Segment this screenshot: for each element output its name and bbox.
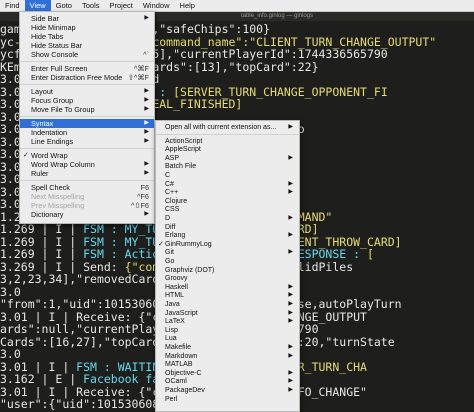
menu-separator [20,61,154,62]
view-menu: Side Bar ▶ Hide Minimap Hide Tabs Hide Statu… [19,11,155,224]
syntax-submenu: Open all with current extension as... ▶ Ac… [155,120,300,412]
shortcut-label: ^F6 [137,192,149,201]
view-menu-item-word-wrap-column[interactable]: Word Wrap Column ▶ [20,160,154,169]
menu-item-label: Layout [31,87,53,96]
checkmark-icon: ✓ [23,152,29,159]
menu-item-label: Hide Tabs [31,32,64,41]
menu-item-label: Prev Misspelling [31,201,85,210]
view-menu-item-prev-misspelling: Prev Misspelling ^⇧F6 [20,201,154,210]
menu-item-label: Ruler [31,169,49,178]
menu-separator [156,133,299,135]
menu-separator [20,148,154,149]
menu-item-label: Spell Check [31,183,70,192]
submenu-arrow-icon: ▶ [144,120,149,126]
window-title: table_info.ginlog — ginlogs [240,13,314,19]
view-menu-item-word-wrap[interactable]: ✓ Word Wrap [20,151,154,160]
view-menu-item-ruler[interactable]: Ruler ▶ [20,169,154,178]
code-token: "user [0,397,35,410]
syntax-item-open-all-with-current-extension-as[interactable]: Open all with current extension as... ▶ [156,123,299,132]
menu-item-label: Word Wrap Column [31,160,95,169]
menu-item-label: Syntax [31,119,54,128]
menu-item-label: Enter Full Screen [31,64,88,73]
submenu-arrow-icon: ▶ [144,15,149,21]
view-menu-item-enter-full-screen[interactable]: Enter Full Screen ^⌘F [20,64,154,73]
submenu-arrow-icon: ▶ [288,124,293,130]
menu-item-label: Move File To Group [31,105,95,114]
view-menu-item-dictionary[interactable]: Dictionary ▶ [20,210,154,219]
menu-separator [20,116,154,117]
view-menu-item-show-console[interactable]: Show Console ^` [20,50,154,59]
menu-separator [20,84,154,85]
menu-item-label: Enter Distraction Free Mode [31,73,123,82]
menu-find[interactable]: Find [0,0,25,11]
submenu-arrow-icon: ▶ [144,211,149,217]
submenu-arrow-icon: ▶ [144,106,149,112]
view-menu-item-focus-group[interactable]: Focus Group ▶ [20,96,154,105]
menu-project[interactable]: Project [105,0,138,11]
shortcut-label: F6 [140,183,149,192]
menu-item-label: Open all with current extension as... [165,124,277,131]
view-menu-item-line-endings[interactable]: Line Endings ▶ [20,137,154,146]
view-menu-item-hide-minimap[interactable]: Hide Minimap [20,23,154,32]
menu-tools[interactable]: Tools [77,0,105,11]
submenu-arrow-icon: ▶ [144,129,149,135]
menu-separator [20,180,154,181]
view-menu-item-move-file-to-group[interactable]: Move File To Group ▶ [20,105,154,114]
shortcut-label: ⇧^⌘F [127,73,149,82]
submenu-arrow-icon: ▶ [144,88,149,94]
menu-item-label: Focus Group [31,96,74,105]
menu-item-label: Hide Status Bar [31,41,83,50]
menu-goto[interactable]: Goto [51,0,77,11]
shortcut-label: ^⇧F6 [130,201,149,210]
view-menu-item-side-bar[interactable]: Side Bar ▶ [20,14,154,23]
menu-item-label: Line Endings [31,137,74,146]
syntax-item-perl[interactable]: Perl [156,395,299,404]
view-menu-item-enter-distraction-free-mode[interactable]: Enter Distraction Free Mode ⇧^⌘F [20,73,154,82]
menu-item-label: Indentation [31,128,68,137]
menu-item-label: Next Misspelling [31,192,85,201]
menu-help[interactable]: Help [175,0,200,11]
code-token: ,2,23,34],"removedCard [6,272,160,286]
submenu-arrow-icon: ▶ [144,170,149,176]
submenu-arrow-icon: ▶ [144,138,149,144]
view-menu-item-hide-tabs[interactable]: Hide Tabs [20,32,154,41]
code-token: [ [366,247,374,261]
menu-item-label: Show Console [31,50,79,59]
view-menu-item-indentation[interactable]: Indentation ▶ [20,128,154,137]
view-menu-item-hide-status-bar[interactable]: Hide Status Bar [20,41,154,50]
menu-item-label: Side Bar [31,14,59,23]
view-menu-item-spell-check[interactable]: Spell Check F6 [20,183,154,192]
submenu-arrow-icon: ▶ [144,161,149,167]
menu-item-label: Dictionary [31,210,64,219]
view-menu-item-layout[interactable]: Layout ▶ [20,87,154,96]
submenu-arrow-icon: ▶ [144,97,149,103]
shortcut-label: ^` [143,50,149,59]
view-menu-item-syntax[interactable]: Syntax ▶ [20,119,154,128]
menu-window[interactable]: Window [138,0,175,11]
menu-item-label: Word Wrap [31,151,68,160]
menu-view[interactable]: View [24,0,51,11]
menu-item-label: Hide Minimap [31,23,76,32]
menu-item-label: Perl [165,395,178,403]
view-menu-item-next-misspelling: Next Misspelling ^F6 [20,192,154,201]
shortcut-label: ^⌘F [133,64,149,73]
